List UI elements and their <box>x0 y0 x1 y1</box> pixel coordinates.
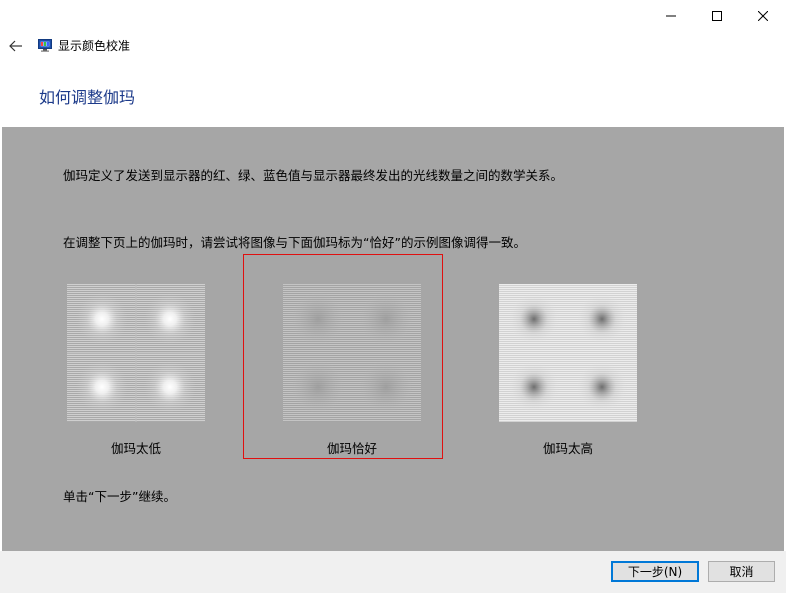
minimize-icon <box>666 15 676 17</box>
continue-instruction-text: 单击“下一步”继续。 <box>63 489 176 504</box>
app-title: 显示颜色校准 <box>58 39 131 53</box>
selected-sample-highlight <box>243 254 443 459</box>
footer-bar: 下一步(N) 取消 <box>0 551 786 593</box>
content-area: 伽玛定义了发送到显示器的红、绿、蓝色值与显示器最终发出的光线数量之间的数学关系。… <box>2 127 784 551</box>
back-button[interactable] <box>6 36 26 56</box>
back-arrow-icon <box>9 40 22 52</box>
sample-gamma-too-high <box>499 284 637 422</box>
caption-gamma-too-low: 伽玛太低 <box>110 441 161 456</box>
page-title: 如何调整伽玛 <box>39 88 136 107</box>
gamma-definition-text: 伽玛定义了发送到显示器的红、绿、蓝色值与显示器最终发出的光线数量之间的数学关系。 <box>63 168 564 183</box>
close-icon <box>758 11 768 21</box>
calibration-window: 显示颜色校准 如何调整伽玛 伽玛定义了发送到显示器的红、绿、蓝色值与显示器最终发… <box>0 0 786 593</box>
close-button[interactable] <box>740 0 786 32</box>
sample-gamma-too-low <box>67 284 205 422</box>
next-button[interactable]: 下一步(N) <box>611 561 699 582</box>
gamma-high-image <box>499 284 637 422</box>
monitor-calibration-icon <box>38 39 52 52</box>
maximize-icon <box>712 11 722 21</box>
window-controls <box>648 0 786 32</box>
instruction-text: 在调整下页上的伽玛时，请尝试将图像与下面伽玛标为“恰好”的示例图像调得一致。 <box>63 235 526 250</box>
gamma-low-image <box>67 284 205 422</box>
cancel-button[interactable]: 取消 <box>708 561 775 582</box>
maximize-button[interactable] <box>694 0 740 32</box>
caption-gamma-too-high: 伽玛太高 <box>542 441 593 456</box>
minimize-button[interactable] <box>648 0 694 32</box>
